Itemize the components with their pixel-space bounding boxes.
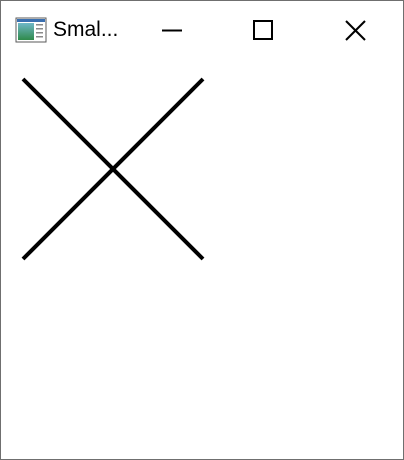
app-window: Smal... xyxy=(0,0,404,460)
app-window-icon[interactable] xyxy=(15,17,47,43)
minimize-icon xyxy=(162,29,182,32)
x-cross-drawing xyxy=(21,77,205,261)
client-area[interactable] xyxy=(1,59,403,459)
close-icon xyxy=(345,20,366,41)
window-title: Smal... xyxy=(53,18,119,41)
title-bar[interactable]: Smal... xyxy=(1,1,403,59)
close-button[interactable] xyxy=(309,1,399,59)
maximize-button[interactable] xyxy=(217,1,307,59)
maximize-icon xyxy=(253,20,273,40)
minimize-button[interactable] xyxy=(127,1,217,59)
